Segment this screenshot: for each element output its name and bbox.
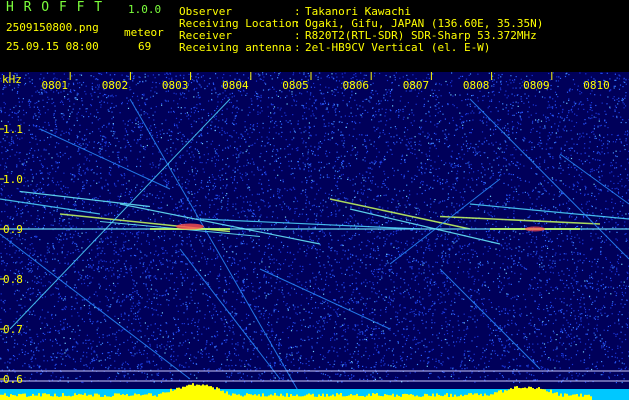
file-name: 2509150800.png bbox=[6, 21, 99, 34]
spectrogram: 0801 0802 0803 0804 0805 0806 0807 0808 0809 0810… bbox=[0, 72, 629, 400]
y-axis-unit: kHz bbox=[2, 73, 22, 86]
x-tick-label: 0806 bbox=[343, 79, 370, 92]
carrier-peak bbox=[525, 226, 545, 232]
meteor-label: meteor bbox=[124, 26, 164, 39]
y-tick-label: 0.7 bbox=[3, 323, 23, 336]
file-datetime: 25.09.15 08:00 bbox=[6, 40, 99, 53]
app-version: 1.0.0 bbox=[128, 3, 162, 16]
info-label-antenna: Receiving antenna bbox=[179, 41, 292, 54]
x-tick-label: 0803 bbox=[162, 79, 189, 92]
x-tick-label: 0804 bbox=[222, 79, 249, 92]
x-tick-label: 0808 bbox=[463, 79, 490, 92]
x-tick-label: 0809 bbox=[523, 79, 550, 92]
y-tick-label: 0.8 bbox=[3, 273, 23, 286]
y-tick-label: 1.0 bbox=[3, 173, 23, 186]
x-tick-label: 0801 bbox=[42, 79, 69, 92]
info-value-antenna: 2el-HB9CV Vertical (el. E-W) bbox=[305, 41, 491, 54]
y-tick-label: 0.9 bbox=[3, 223, 23, 236]
carrier-peak bbox=[176, 223, 204, 230]
y-tick-label: 0.6 bbox=[3, 373, 23, 386]
y-tick-label: 1.1 bbox=[3, 123, 23, 136]
x-tick-label: 0802 bbox=[102, 79, 129, 92]
x-tick-label: 0810 bbox=[583, 79, 610, 92]
meteor-count: 69 bbox=[138, 40, 152, 53]
x-tick-label: 0805 bbox=[282, 79, 309, 92]
app-title: H R O F F T bbox=[6, 0, 104, 15]
header-panel: H R O F F T 1.0.0 2509150800.png 25.09.1… bbox=[0, 0, 629, 72]
x-tick-label: 0807 bbox=[403, 79, 430, 92]
info-sep: : bbox=[294, 41, 301, 54]
